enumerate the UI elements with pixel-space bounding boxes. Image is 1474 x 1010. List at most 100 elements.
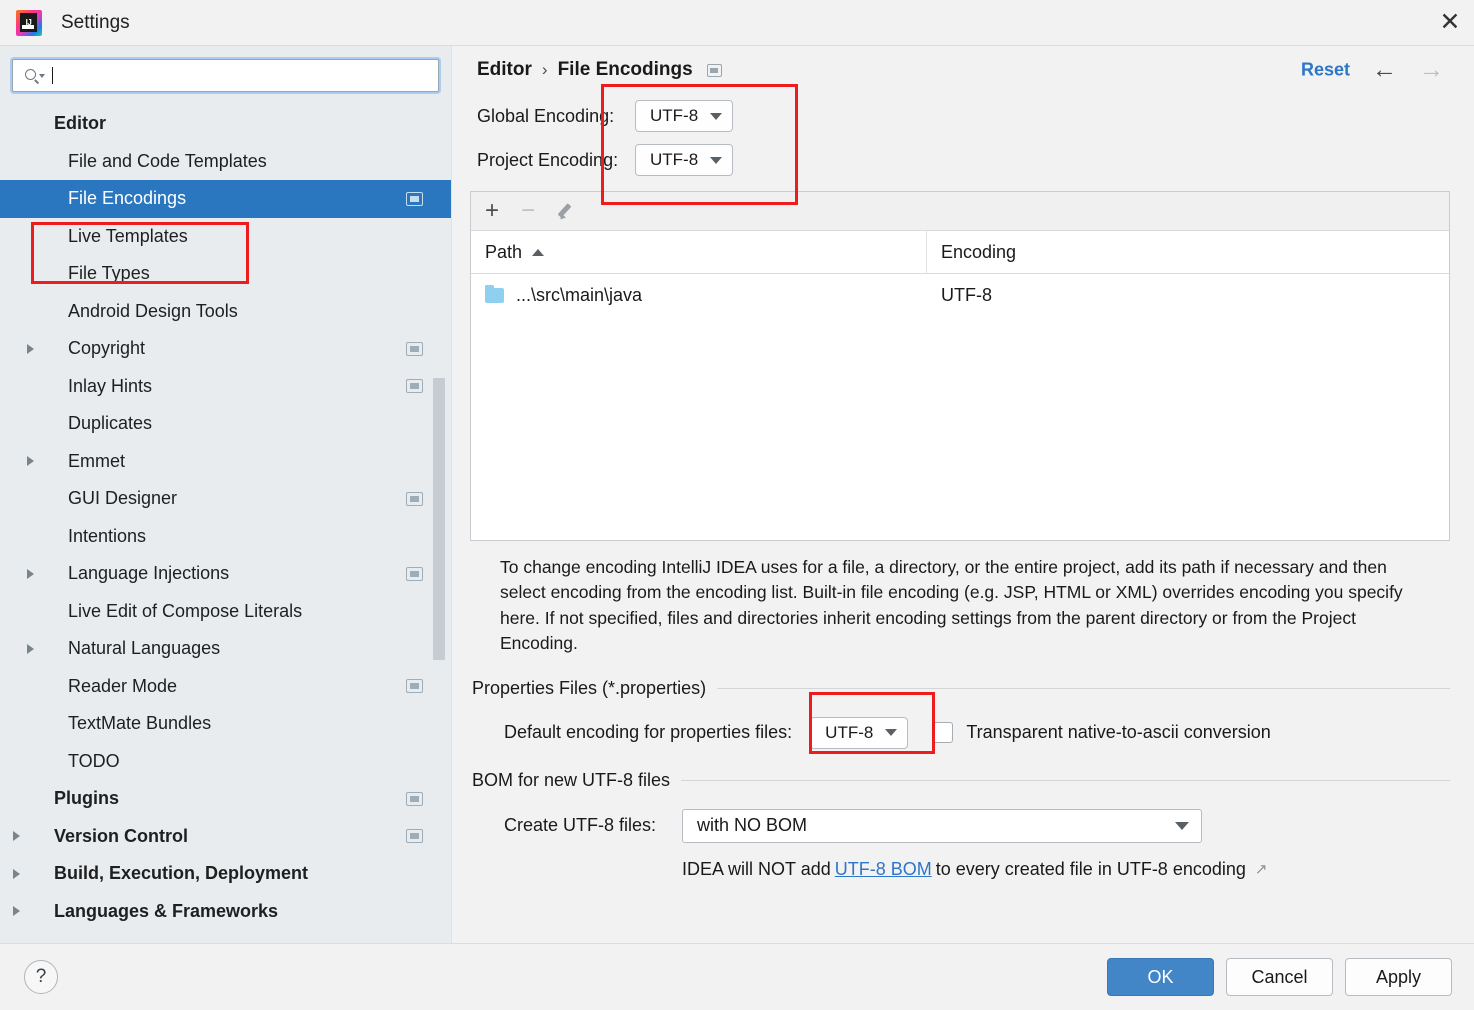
- breadcrumb-root[interactable]: Editor: [477, 59, 532, 81]
- sidebar-item-label: File Encodings: [68, 188, 187, 209]
- sidebar-item-file-types[interactable]: File Types: [0, 255, 451, 293]
- cell-path: ...\src\main\java: [471, 284, 927, 306]
- chevron-down-icon: [710, 112, 723, 120]
- transparent-conversion-checkbox-row[interactable]: Transparent native-to-ascii conversion: [932, 722, 1271, 743]
- settings-sidebar: Editor File and Code Templates File Encodi…: [0, 46, 452, 943]
- chevron-right-icon[interactable]: [10, 818, 32, 856]
- sidebar-item-label: Build, Execution, Deployment: [54, 863, 309, 884]
- sidebar-item-label: Plugins: [54, 788, 120, 809]
- transparent-conversion-label: Transparent native-to-ascii conversion: [966, 722, 1271, 742]
- search-container: [0, 46, 451, 103]
- apply-button[interactable]: Apply: [1345, 958, 1452, 996]
- sidebar-item-live-templates[interactable]: Live Templates: [0, 218, 451, 256]
- sidebar-scrollbar[interactable]: [433, 378, 445, 660]
- utf8-bom-link[interactable]: UTF-8 BOM: [835, 859, 932, 880]
- header-actions: Reset ← →: [1301, 57, 1444, 83]
- sidebar-item-languages-frameworks[interactable]: Languages & Frameworks: [0, 893, 451, 931]
- chevron-right-icon[interactable]: [24, 443, 46, 481]
- cell-encoding-text: UTF-8: [941, 284, 992, 305]
- chevron-right-icon[interactable]: [10, 893, 32, 931]
- table-row[interactable]: ...\src\main\java UTF-8: [471, 274, 1449, 316]
- search-input[interactable]: [12, 59, 439, 92]
- sidebar-item-build-execution-deployment[interactable]: Build, Execution, Deployment: [0, 855, 451, 893]
- sidebar-item-live-edit-of-compose-literals[interactable]: Live Edit of Compose Literals: [0, 593, 451, 631]
- chevron-down-icon: [1175, 821, 1189, 830]
- breadcrumb-current: File Encodings: [557, 59, 693, 80]
- sidebar-item-label: Natural Languages: [68, 638, 221, 659]
- chevron-right-icon[interactable]: [24, 555, 46, 593]
- sidebar-item-file-encodings[interactable]: File Encodings: [0, 180, 451, 218]
- default-properties-encoding-dropdown[interactable]: UTF-8: [810, 716, 909, 749]
- section-divider: [717, 687, 1450, 689]
- chevron-right-icon[interactable]: [10, 855, 32, 893]
- sidebar-item-label: Android Design Tools: [68, 300, 238, 321]
- sidebar-item-gui-designer[interactable]: GUI Designer: [0, 480, 451, 518]
- sidebar-item-editor[interactable]: Editor: [0, 105, 451, 143]
- sidebar-item-intentions[interactable]: Intentions: [0, 518, 451, 556]
- chevron-right-icon[interactable]: [24, 330, 46, 368]
- pencil-icon[interactable]: [557, 200, 579, 222]
- properties-files-section: Properties Files (*.properties) Default …: [470, 678, 1450, 749]
- sidebar-item-label: Version Control: [54, 825, 189, 846]
- title-bar: IJ Settings ✕: [0, 0, 1474, 46]
- close-icon[interactable]: ✕: [1426, 0, 1474, 44]
- bom-note-prefix: IDEA will NOT add: [682, 858, 831, 879]
- project-encoding-dropdown[interactable]: UTF-8: [635, 144, 734, 176]
- sidebar-item-copyright[interactable]: Copyright: [0, 330, 451, 368]
- sidebar-item-label: Copyright: [68, 338, 146, 359]
- dialog-footer: ? OK Cancel Apply: [0, 943, 1474, 1010]
- text-caret: [52, 67, 53, 84]
- sidebar-item-label: Language Injections: [68, 563, 230, 584]
- sidebar-item-textmate-bundles[interactable]: TextMate Bundles: [0, 705, 451, 743]
- column-header-path-label: Path: [485, 241, 523, 262]
- sidebar-item-todo[interactable]: TODO: [0, 743, 451, 781]
- sidebar-item-language-injections[interactable]: Language Injections: [0, 555, 451, 593]
- sidebar-item-reader-mode[interactable]: Reader Mode: [0, 668, 451, 706]
- global-encoding-row: Global Encoding: UTF-8: [477, 94, 1450, 138]
- plus-icon[interactable]: +: [485, 199, 499, 223]
- project-scope-badge-icon: [406, 679, 423, 694]
- sidebar-item-file-and-code-templates[interactable]: File and Code Templates: [0, 143, 451, 181]
- column-header-path[interactable]: Path: [471, 231, 927, 273]
- sidebar-item-natural-languages[interactable]: Natural Languages: [0, 630, 451, 668]
- help-icon[interactable]: ?: [24, 960, 58, 994]
- cancel-button[interactable]: Cancel: [1226, 958, 1333, 996]
- sidebar-item-label: Live Edit of Compose Literals: [68, 600, 303, 621]
- project-scope-badge-icon: [406, 341, 423, 356]
- sidebar-item-emmet[interactable]: Emmet: [0, 443, 451, 481]
- sidebar-item-duplicates[interactable]: Duplicates: [0, 405, 451, 443]
- search-icon: [23, 68, 45, 84]
- sidebar-item-label: TextMate Bundles: [68, 713, 212, 734]
- global-encoding-value: UTF-8: [650, 106, 699, 125]
- global-encoding-dropdown[interactable]: UTF-8: [635, 100, 734, 132]
- ok-button[interactable]: OK: [1107, 958, 1214, 996]
- transparent-conversion-checkbox[interactable]: [932, 722, 954, 743]
- sidebar-item-label: Reader Mode: [68, 675, 178, 696]
- column-header-encoding[interactable]: Encoding: [927, 231, 1449, 273]
- sidebar-item-label: GUI Designer: [68, 488, 178, 509]
- settings-tree: Editor File and Code Templates File Encodi…: [0, 103, 451, 943]
- reset-link[interactable]: Reset: [1301, 60, 1350, 81]
- bom-section-header: BOM for new UTF-8 files: [472, 770, 1450, 791]
- sidebar-item-android-design-tools[interactable]: Android Design Tools: [0, 293, 451, 331]
- default-encoding-label: Default encoding for properties files:: [504, 722, 793, 742]
- sidebar-item-label: Duplicates: [68, 413, 153, 434]
- sidebar-item-plugins[interactable]: Plugins: [0, 780, 451, 818]
- properties-files-header: Properties Files (*.properties): [472, 678, 1450, 699]
- sidebar-item-inlay-hints[interactable]: Inlay Hints: [0, 368, 451, 406]
- sidebar-item-version-control[interactable]: Version Control: [0, 818, 451, 856]
- encoding-settings: Global Encoding: UTF-8 Project Encoding:…: [470, 94, 1450, 182]
- create-utf8-dropdown[interactable]: with NO BOM: [682, 808, 1202, 843]
- project-scope-badge-icon: [406, 829, 423, 844]
- default-properties-encoding-value: UTF-8: [825, 722, 874, 742]
- arrow-left-icon[interactable]: ←: [1372, 57, 1397, 83]
- chevron-right-icon[interactable]: [24, 630, 46, 668]
- arrow-right-icon[interactable]: →: [1419, 57, 1444, 83]
